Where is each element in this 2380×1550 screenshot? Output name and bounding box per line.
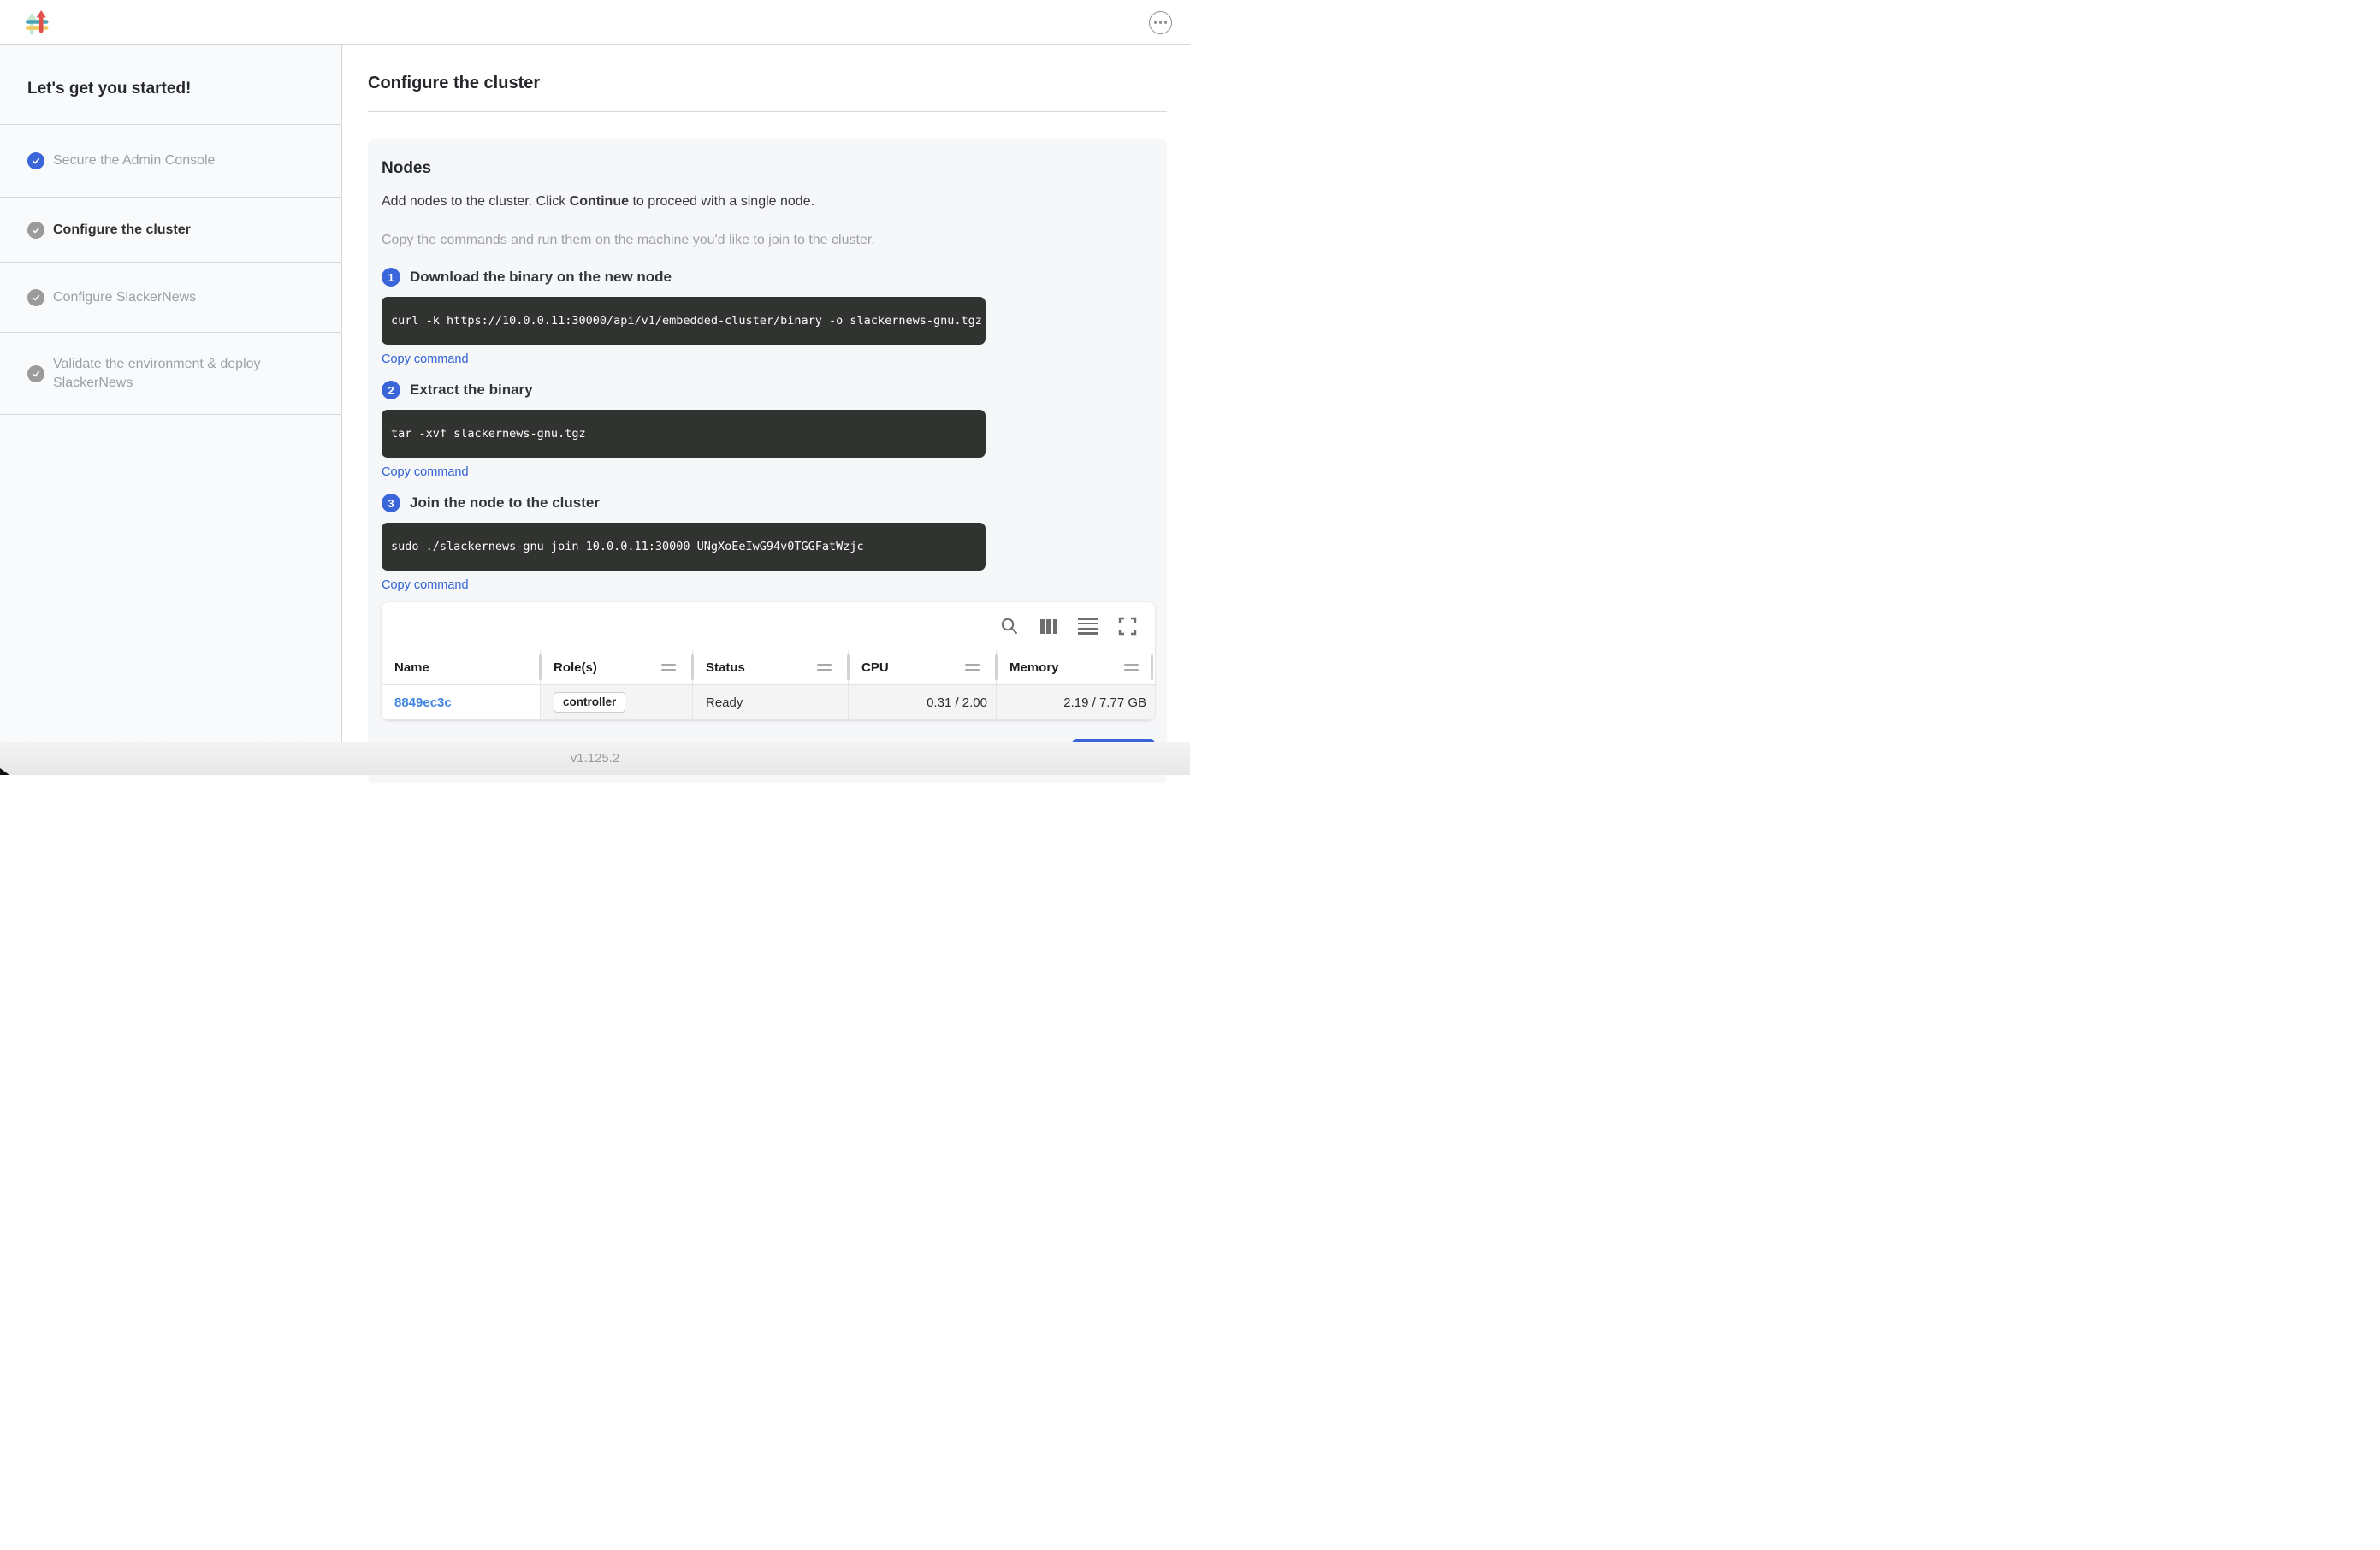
table-row: 8849ec3c controller Ready 0.31 / 2.00 2.… [382,685,1155,720]
sidebar-item-label: Configure the cluster [53,221,191,240]
step-3-header: 3 Join the node to the cluster [382,494,1155,512]
node-name-cell: 8849ec3c [382,685,540,719]
step-number-badge: 1 [382,268,400,287]
title-divider [368,111,1167,112]
step-2-header: 2 Extract the binary [382,381,1155,399]
column-menu-icon[interactable] [661,664,676,671]
sidebar-item-secure-admin-console[interactable]: Secure the Admin Console [0,124,341,197]
column-header-name[interactable]: Name [382,650,540,684]
step-title: Download the binary on the new node [410,269,672,286]
ellipsis-icon [1154,21,1167,23]
column-header-cpu[interactable]: CPU [848,650,996,684]
sidebar-item-label: Secure the Admin Console [53,151,215,170]
node-name-link[interactable]: 8849ec3c [394,695,452,710]
page-title: Configure the cluster [368,74,1167,93]
column-menu-icon[interactable] [1124,664,1139,671]
nodes-table-card: Name Role(s) Status [382,602,1155,720]
check-circle-icon [27,152,44,169]
column-header-status[interactable]: Status [692,650,848,684]
continue-keyword: Continue [570,194,629,209]
nodes-card: Nodes Add nodes to the cluster. Click Co… [368,139,1167,783]
nodes-intro: Add nodes to the cluster. Click Continue… [382,194,1155,210]
nodes-heading: Nodes [382,159,1155,178]
column-menu-icon[interactable] [965,664,980,671]
node-cpu-cell: 0.31 / 2.00 [848,685,996,719]
join-node-command[interactable]: sudo ./slackernews-gnu join 10.0.0.11:30… [382,523,986,571]
search-icon[interactable] [999,616,1020,636]
copy-command-link-3[interactable]: Copy command [382,578,469,592]
density-icon[interactable] [1078,616,1098,636]
download-binary-command[interactable]: curl -k https://10.0.0.11:30000/api/v1/e… [382,297,986,345]
column-separator[interactable] [1151,654,1154,680]
copy-command-link-2[interactable]: Copy command [382,465,469,479]
sidebar-item-label: Configure SlackerNews [53,288,196,307]
more-options-button[interactable] [1149,11,1172,34]
sidebar-item-validate-deploy[interactable]: Validate the environment & deploy Slacke… [0,332,341,415]
table-toolbar [382,602,1155,650]
extract-binary-command[interactable]: tar -xvf slackernews-gnu.tgz [382,410,986,458]
node-roles-cell: controller [540,685,692,719]
check-circle-icon [27,365,44,382]
step-1-header: 1 Download the binary on the new node [382,268,1155,287]
check-circle-icon [27,222,44,239]
main-content: Configure the cluster Nodes Add nodes to… [342,45,1190,742]
slackernews-logo-icon [26,9,49,36]
step-number-badge: 2 [382,381,400,399]
node-status-cell: Ready [692,685,848,719]
column-separator[interactable] [539,654,542,680]
check-circle-icon [27,289,44,306]
top-bar [0,0,1190,45]
nodes-table: Name Role(s) Status [382,650,1155,720]
role-chip: controller [554,692,625,713]
view-columns-icon[interactable] [1039,616,1059,636]
column-menu-icon[interactable] [817,664,832,671]
sidebar-item-configure-slackernews[interactable]: Configure SlackerNews [0,262,341,332]
mouse-cursor-artifact [0,768,9,775]
sidebar-item-label: Validate the environment & deploy Slacke… [53,355,310,392]
table-header-row: Name Role(s) Status [382,650,1155,685]
node-memory-cell: 2.19 / 7.77 GB [996,685,1155,719]
column-header-roles[interactable]: Role(s) [540,650,692,684]
sidebar-title: Let's get you started! [0,45,341,124]
column-separator[interactable] [847,654,850,680]
column-separator[interactable] [691,654,695,680]
sidebar-item-configure-cluster[interactable]: Configure the cluster [0,197,341,262]
version-label: v1.125.2 [571,751,620,766]
fullscreen-icon[interactable] [1117,616,1138,636]
column-header-memory[interactable]: Memory [996,650,1155,684]
column-separator[interactable] [995,654,998,680]
join-commands-hint: Copy the commands and run them on the ma… [382,233,1155,248]
step-title: Join the node to the cluster [410,494,600,512]
setup-steps-sidebar: Let's get you started! Secure the Admin … [0,45,342,742]
copy-command-link-1[interactable]: Copy command [382,352,469,366]
version-footer: v1.125.2 [0,742,1190,775]
step-number-badge: 3 [382,494,400,512]
step-title: Extract the binary [410,382,533,399]
